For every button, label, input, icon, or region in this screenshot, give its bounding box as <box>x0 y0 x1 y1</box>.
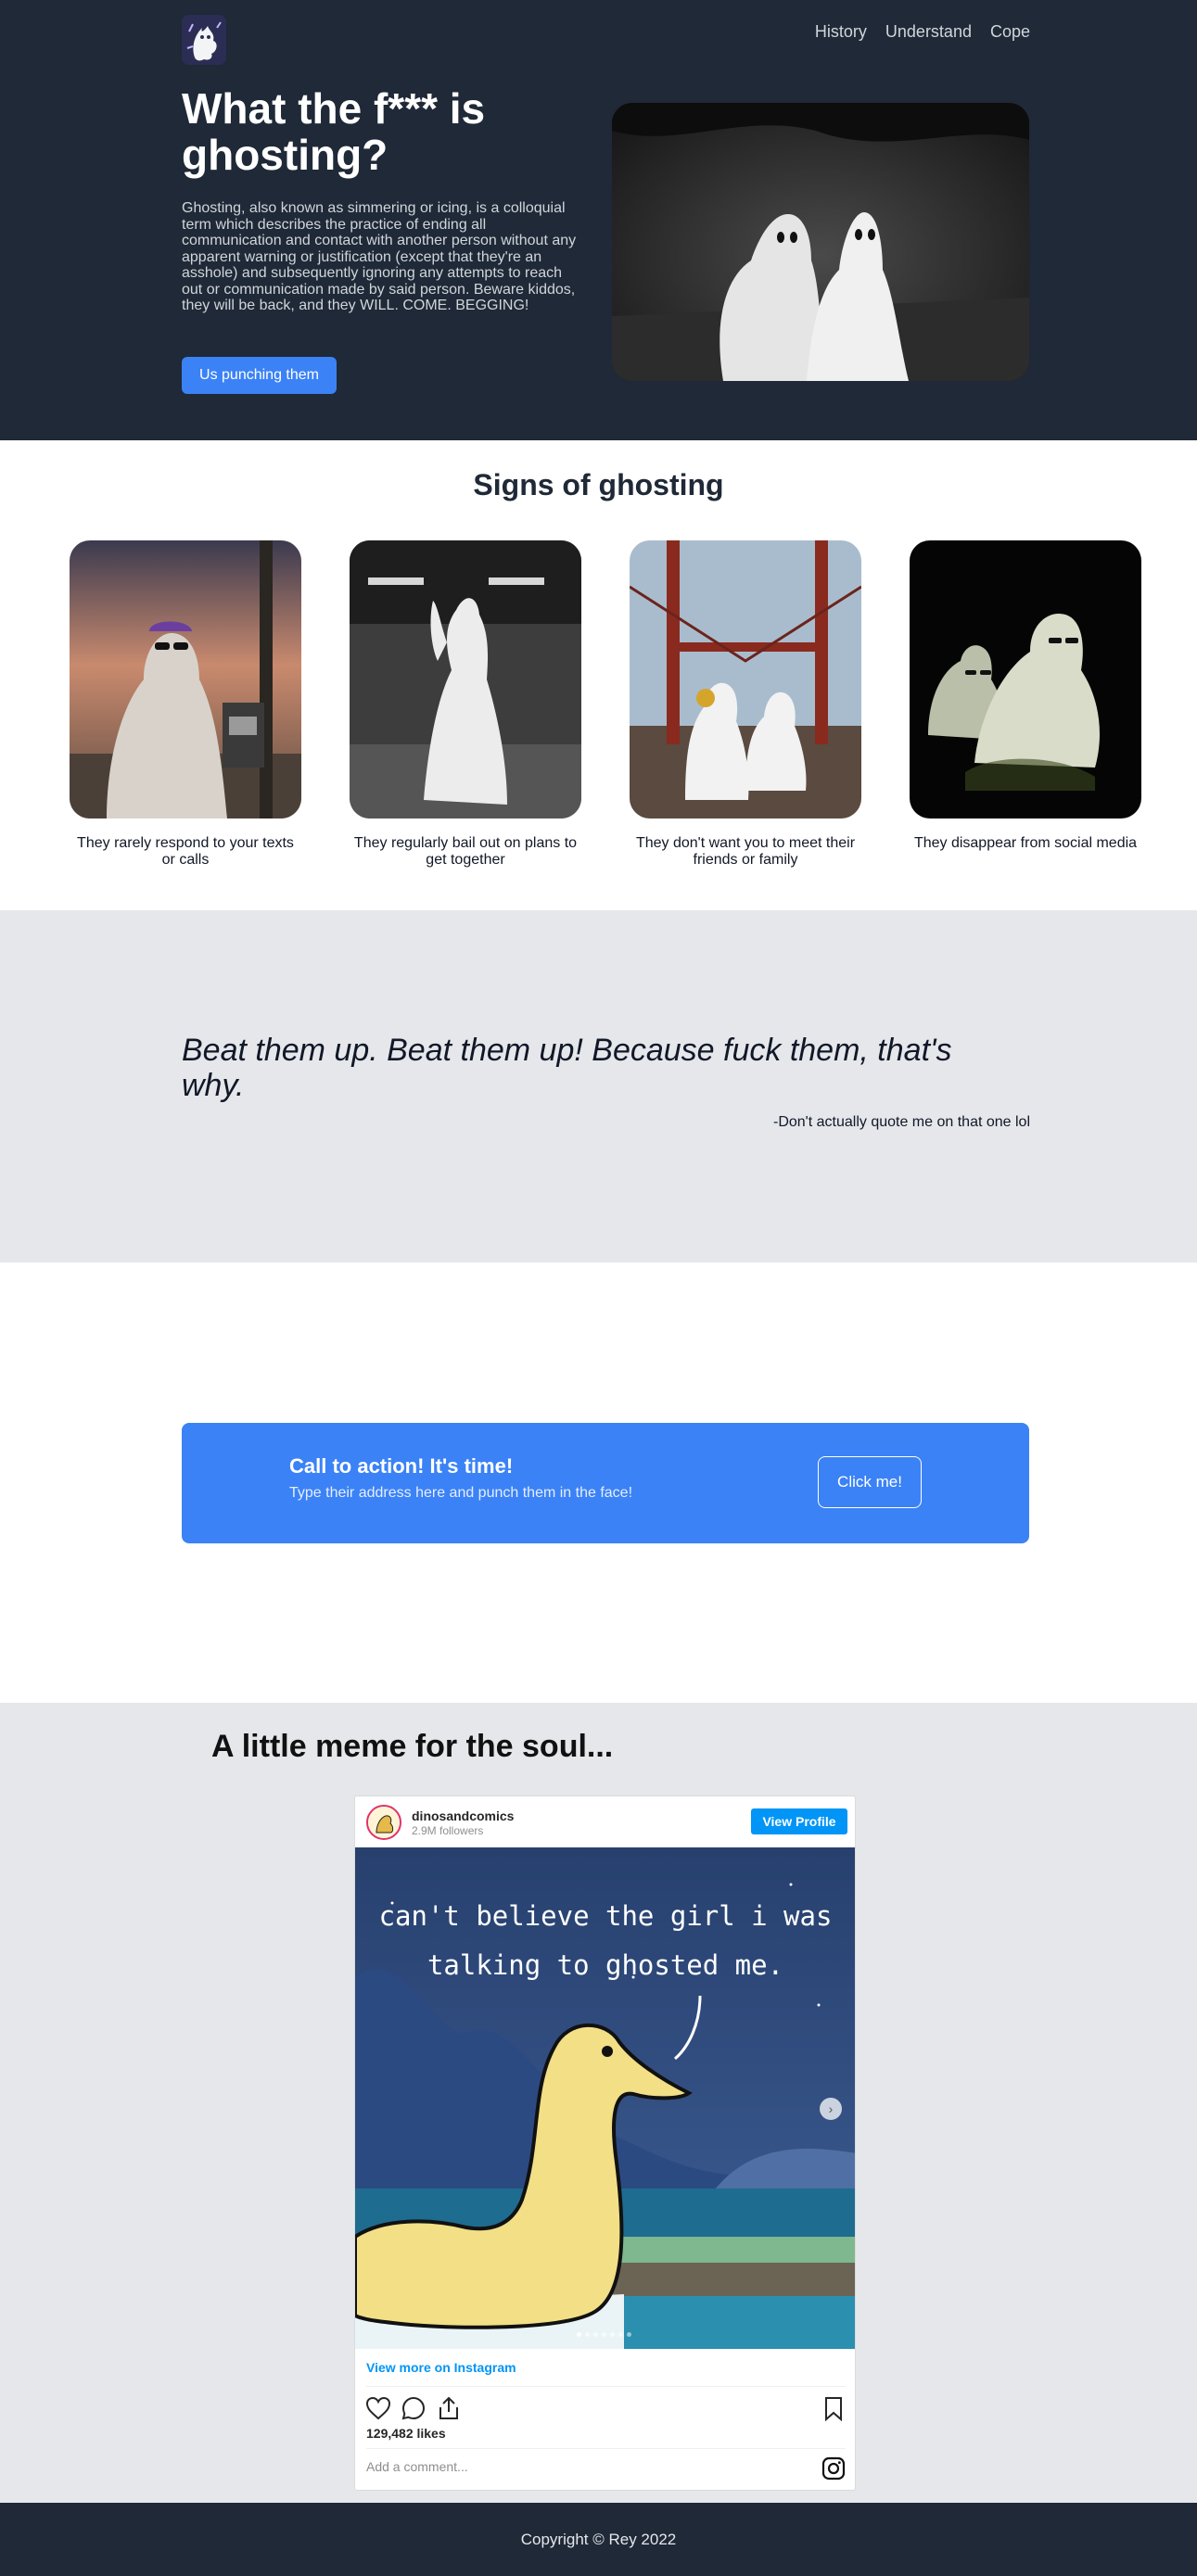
carousel-next-icon[interactable]: › <box>820 2098 842 2120</box>
sign-card: They rarely respond to your texts or cal… <box>70 540 301 869</box>
hero-title: What the f*** is ghosting? <box>182 84 486 179</box>
hero-section: History Understand Cope What the f*** is… <box>0 0 1197 440</box>
instagram-header: dinosandcomics 2.9M followers View Profi… <box>355 1796 855 1847</box>
sign-card: They don't want you to meet their friend… <box>630 540 861 869</box>
likes-count: 129,482 likes <box>366 2426 446 2441</box>
comic-text-line-2: talking to ghosted me. <box>427 1949 783 1981</box>
carousel-dot <box>602 2332 606 2337</box>
carousel-dot <box>577 2332 581 2337</box>
instagram-followers: 2.9M followers <box>412 1824 484 1837</box>
sign-image-bridge-ghosts <box>630 540 861 818</box>
view-more-on-instagram-link[interactable]: View more on Instagram <box>366 2360 516 2375</box>
sign-card: They regularly bail out on plans to get … <box>350 540 581 869</box>
bookmark-icon[interactable] <box>820 2394 847 2422</box>
nav-link-understand[interactable]: Understand <box>885 22 972 42</box>
quote-section: Beat them up. Beat them up! Because fuck… <box>0 910 1197 1263</box>
carousel-dot <box>610 2332 615 2337</box>
instagram-logo-icon[interactable] <box>821 2456 846 2481</box>
main-nav: History Understand Cope <box>815 22 1030 42</box>
sign-caption: They don't want you to meet their friend… <box>635 835 856 868</box>
quote-text: Beat them up. Beat them up! Because fuck… <box>182 1033 952 1103</box>
instagram-embed: dinosandcomics 2.9M followers View Profi… <box>354 1796 856 2491</box>
cta-subtitle: Type their address here and punch them i… <box>289 1485 633 1501</box>
copyright-text: Copyright © Rey 2022 <box>520 2531 677 2548</box>
call-to-action-banner: Call to action! It's time! Type their ad… <box>182 1423 1029 1543</box>
comment-bubble-icon[interactable] <box>400 2394 427 2422</box>
nav-link-history[interactable]: History <box>815 22 867 42</box>
meme-title: A little meme for the soul... <box>211 1729 614 1764</box>
carousel-dots <box>577 2332 631 2337</box>
sign-image-dark-ghosts <box>910 540 1141 818</box>
sign-card: They disappear from social media <box>910 540 1141 852</box>
sign-caption: They rarely respond to your texts or cal… <box>77 835 294 868</box>
carousel-dot <box>593 2332 598 2337</box>
footer: Copyright © Rey 2022 <box>0 2503 1197 2576</box>
sign-image-phone-ghost <box>70 540 301 818</box>
us-punching-them-button[interactable]: Us punching them <box>182 357 337 394</box>
view-profile-button[interactable]: View Profile <box>751 1808 847 1834</box>
instagram-post-image[interactable]: can't believe the girl i was talking to … <box>355 1847 855 2349</box>
like-heart-icon[interactable] <box>364 2394 392 2422</box>
click-me-button[interactable]: Click me! <box>818 1456 922 1508</box>
share-icon[interactable] <box>435 2394 463 2422</box>
hero-description: Ghosting, also known as simmering or ici… <box>182 200 577 313</box>
cta-title: Call to action! It's time! <box>289 1454 514 1478</box>
sign-caption: They regularly bail out on plans to get … <box>353 835 578 868</box>
instagram-actions <box>364 2394 463 2422</box>
avatar[interactable] <box>366 1805 401 1840</box>
carousel-dot <box>627 2332 631 2337</box>
carousel-dot <box>618 2332 623 2337</box>
add-comment-field[interactable]: Add a comment... <box>366 2459 468 2474</box>
meme-section: A little meme for the soul... dinosandco… <box>0 1703 1197 2503</box>
divider <box>366 2448 846 2449</box>
instagram-username[interactable]: dinosandcomics <box>412 1808 514 1823</box>
quote-author: -Don't actually quote me on that one lol <box>773 1114 1030 1130</box>
divider <box>366 2386 846 2387</box>
comic-text-line-1: can't believe the girl i was <box>379 1900 833 1932</box>
sign-caption: They disappear from social media <box>913 835 1138 851</box>
sign-image-waving-ghost <box>350 540 581 818</box>
nav-link-cope[interactable]: Cope <box>990 22 1030 42</box>
carousel-dot <box>585 2332 590 2337</box>
signs-title: Signs of ghosting <box>473 468 724 501</box>
site-logo[interactable] <box>182 15 226 65</box>
hero-ghost-image <box>612 103 1029 381</box>
